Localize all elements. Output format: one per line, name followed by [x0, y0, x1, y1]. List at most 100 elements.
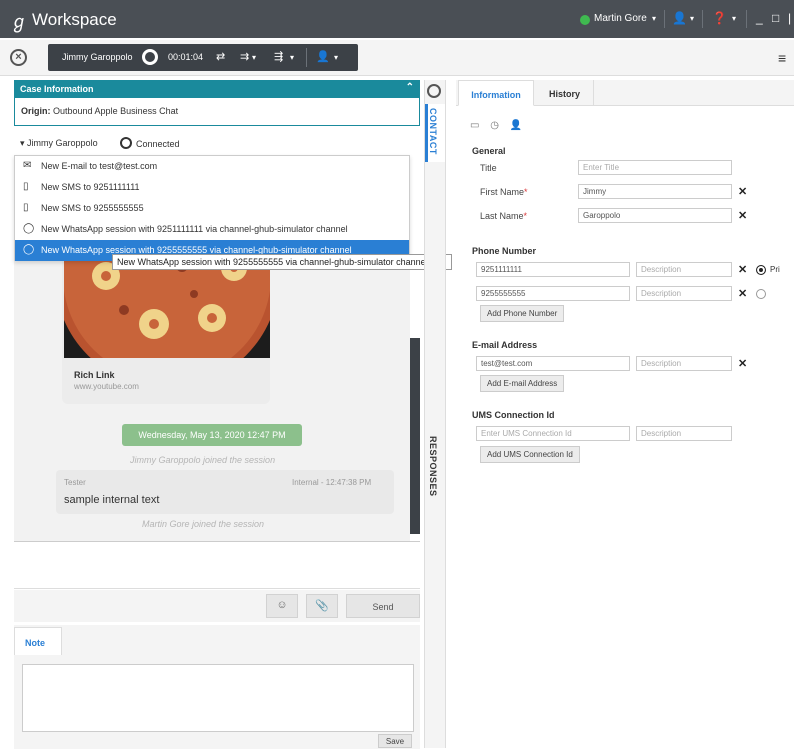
menu-item-new-email[interactable]: ✉ New E-mail to test@test.com — [15, 156, 409, 177]
last-name-label-text: Last Name — [480, 211, 524, 221]
email-input[interactable]: test@test.com — [476, 356, 630, 371]
tab-history[interactable]: History — [536, 80, 594, 106]
attach-button[interactable]: 📎 — [306, 594, 338, 618]
clock-icon[interactable]: ◷ — [490, 120, 499, 131]
chevron-down-icon[interactable]: ▾ — [732, 14, 736, 23]
clear-last-name-icon[interactable]: ✕ — [738, 209, 747, 222]
rich-link-title[interactable]: Rich Link — [74, 370, 115, 380]
menu-item-new-sms-1[interactable]: ▯ New SMS to 9251111111 — [15, 177, 409, 198]
contact-details-icon[interactable]: 👤 — [510, 120, 522, 131]
chevron-down-icon[interactable]: ▾ — [334, 53, 338, 62]
note-sender: Tester — [64, 478, 86, 487]
remove-email-icon[interactable]: ✕ — [738, 357, 747, 370]
save-note-button[interactable]: Save — [378, 734, 412, 748]
calendar-icon[interactable]: ▭ — [470, 120, 479, 131]
chevron-up-icon[interactable]: ⌃ — [406, 82, 414, 93]
envelope-icon: ✉ — [23, 160, 32, 171]
required-marker: * — [523, 211, 528, 221]
participant-name-text: Jimmy Garoppolo — [27, 138, 98, 148]
conference-chat-icon[interactable]: ⇉ — [240, 50, 249, 63]
interaction-contact-name[interactable]: Jimmy Garoppolo — [62, 52, 133, 62]
menu-tooltip: New WhatsApp session with 9255555555 via… — [112, 254, 452, 270]
close-interaction-icon[interactable]: × — [10, 49, 27, 66]
primary-phone-radio[interactable] — [756, 289, 766, 299]
internal-note-bubble — [56, 470, 394, 514]
side-tab-strip — [424, 80, 446, 748]
phone-section-title: Phone Number — [472, 246, 537, 256]
party-action-icon[interactable]: 👤 — [316, 50, 330, 63]
transcript-scrollbar[interactable] — [410, 338, 420, 534]
interaction-toolbar: × Jimmy Garoppolo 00:01:04 ⇄ ⇉ ▾ ⇶ ▾ 👤 ▾… — [0, 40, 794, 76]
tab-contact-label[interactable]: CONTACT — [428, 108, 438, 155]
case-information-header[interactable]: Case Information ⌃ — [14, 80, 420, 98]
transfer-chat-icon[interactable]: ⇄ — [216, 50, 225, 63]
chevron-down-icon[interactable]: ▾ — [690, 14, 694, 23]
minimize-icon[interactable]: _ — [756, 11, 763, 25]
last-name-input[interactable]: Garoppolo — [578, 208, 732, 223]
message-compose-input[interactable] — [14, 541, 420, 589]
phone-description-input[interactable]: Description — [636, 286, 732, 301]
required-marker: * — [524, 187, 528, 197]
team-communicator-icon[interactable]: 👤 — [672, 11, 687, 25]
app-title: Workspace — [32, 10, 117, 29]
primary-phone-radio[interactable] — [756, 265, 766, 275]
menu-item-label: New WhatsApp session with 9251111111 via… — [41, 224, 348, 234]
chevron-down-icon[interactable]: ▾ — [290, 53, 294, 62]
add-phone-number-button[interactable]: Add Phone Number — [480, 305, 565, 322]
general-section-title: General — [472, 146, 506, 156]
remove-phone-icon[interactable]: ✕ — [738, 263, 747, 276]
agent-status-icon[interactable] — [580, 15, 590, 25]
phone-description-input[interactable]: Description — [636, 262, 732, 277]
app-title-bar: ℊ Workspace Martin Gore ▾ 👤 ▾ ❓ ▾ _ □ | — [0, 0, 794, 38]
tab-responses-label[interactable]: RESPONSES — [428, 436, 438, 497]
note-timestamp: Internal - 12:47:38 PM — [292, 478, 372, 487]
phone-number-input[interactable]: 9255555555 — [476, 286, 630, 301]
add-email-address-button[interactable]: Add E-mail Address — [480, 375, 565, 392]
menu-item-new-whatsapp-1[interactable]: ◯ New WhatsApp session with 9251111111 v… — [15, 219, 409, 240]
last-name-label: Last Name* — [480, 211, 527, 221]
tab-information[interactable]: Information — [458, 80, 534, 106]
participant-name[interactable]: ▾ Jimmy Garoppolo — [20, 138, 98, 149]
add-ums-connection-button[interactable]: Add UMS Connection Id — [480, 446, 580, 463]
toolbar-separator — [702, 10, 703, 28]
interaction-timer: 00:01:04 — [168, 52, 204, 62]
chevron-down-icon[interactable]: ▾ — [252, 53, 256, 62]
tab-note[interactable]: Note — [14, 627, 62, 655]
connected-status-icon — [120, 137, 132, 149]
remove-phone-icon[interactable]: ✕ — [738, 287, 747, 300]
chevron-down-icon[interactable]: ▾ — [20, 138, 25, 148]
note-message-text: sample internal text — [64, 494, 160, 506]
maximize-icon[interactable]: □ — [772, 11, 779, 25]
toolbar-separator — [746, 10, 747, 28]
new-interaction-menu: ✉ New E-mail to test@test.com ▯ New SMS … — [14, 155, 410, 261]
menu-item-new-sms-2[interactable]: ▯ New SMS to 9255555555 — [15, 198, 409, 219]
ums-connection-input[interactable]: Enter UMS Connection Id — [476, 426, 630, 441]
contact-view-icons: ▭ ◷ 👤 — [470, 120, 522, 131]
gear-icon[interactable] — [427, 84, 441, 98]
ums-description-input[interactable]: Description — [636, 426, 732, 441]
mobile-phone-icon: ▯ — [23, 181, 29, 192]
toolbar-separator — [664, 10, 665, 28]
title-input[interactable]: Enter Title — [578, 160, 732, 175]
menu-item-label: New SMS to 9255555555 — [41, 203, 144, 213]
first-name-label: First Name* — [480, 187, 528, 197]
smiley-icon: ☺ — [276, 599, 288, 611]
whatsapp-icon: ◯ — [23, 244, 35, 255]
help-icon[interactable]: ❓ — [712, 11, 727, 25]
agent-name-menu[interactable]: Martin Gore — [594, 13, 647, 24]
ums-section-title: UMS Connection Id — [472, 410, 555, 420]
consult-icon[interactable]: ⇶ — [274, 50, 283, 63]
email-description-input[interactable]: Description — [636, 356, 732, 371]
chevron-down-icon[interactable]: ▾ — [652, 14, 656, 23]
phone-number-input[interactable]: 9251111111 — [476, 262, 630, 277]
first-name-input[interactable]: Jimmy — [578, 184, 732, 199]
whatsapp-icon: ◯ — [23, 223, 35, 234]
rich-link-url[interactable]: www.youtube.com — [74, 382, 139, 391]
hamburger-menu-icon[interactable]: ≡ — [778, 50, 786, 66]
close-window-icon[interactable]: | — [788, 11, 791, 25]
note-textarea[interactable] — [22, 664, 414, 732]
clear-first-name-icon[interactable]: ✕ — [738, 185, 747, 198]
origin-value: Outbound Apple Business Chat — [53, 106, 179, 116]
emoji-button[interactable]: ☺ — [266, 594, 298, 618]
send-button[interactable]: Send — [346, 594, 420, 618]
